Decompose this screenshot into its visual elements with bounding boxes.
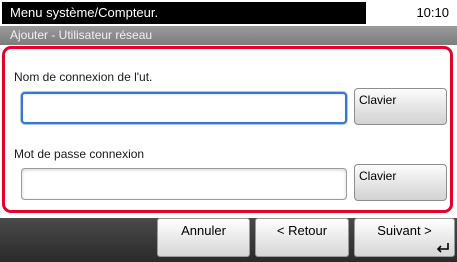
- login-name-field[interactable]: [21, 92, 347, 124]
- back-button-label: < Retour: [276, 223, 328, 238]
- cancel-button[interactable]: Annuler: [157, 218, 250, 257]
- password-keyboard-button[interactable]: Clavier: [354, 164, 447, 201]
- screen-subtitle: Ajouter - Utilisateur réseau: [0, 26, 457, 45]
- next-button-label: Suivant >: [377, 223, 432, 238]
- next-button[interactable]: Suivant >: [354, 218, 455, 257]
- action-bar: Annuler < Retour Suivant >: [0, 218, 457, 262]
- screen-title: Menu système/Compteur.: [2, 2, 366, 24]
- user-form-panel: Nom de connexion de l'ut. Clavier Mot de…: [2, 46, 453, 213]
- login-keyboard-button[interactable]: Clavier: [354, 88, 447, 125]
- back-button[interactable]: < Retour: [255, 218, 349, 257]
- login-name-label: Nom de connexion de l'ut.: [14, 70, 153, 84]
- password-field[interactable]: [21, 168, 347, 200]
- status-bar: Menu système/Compteur. 10:10: [0, 0, 457, 26]
- enter-return-icon: [436, 242, 450, 254]
- clock: 10:10: [368, 2, 455, 24]
- password-label: Mot de passe connexion: [14, 147, 145, 161]
- cancel-button-label: Annuler: [181, 223, 226, 238]
